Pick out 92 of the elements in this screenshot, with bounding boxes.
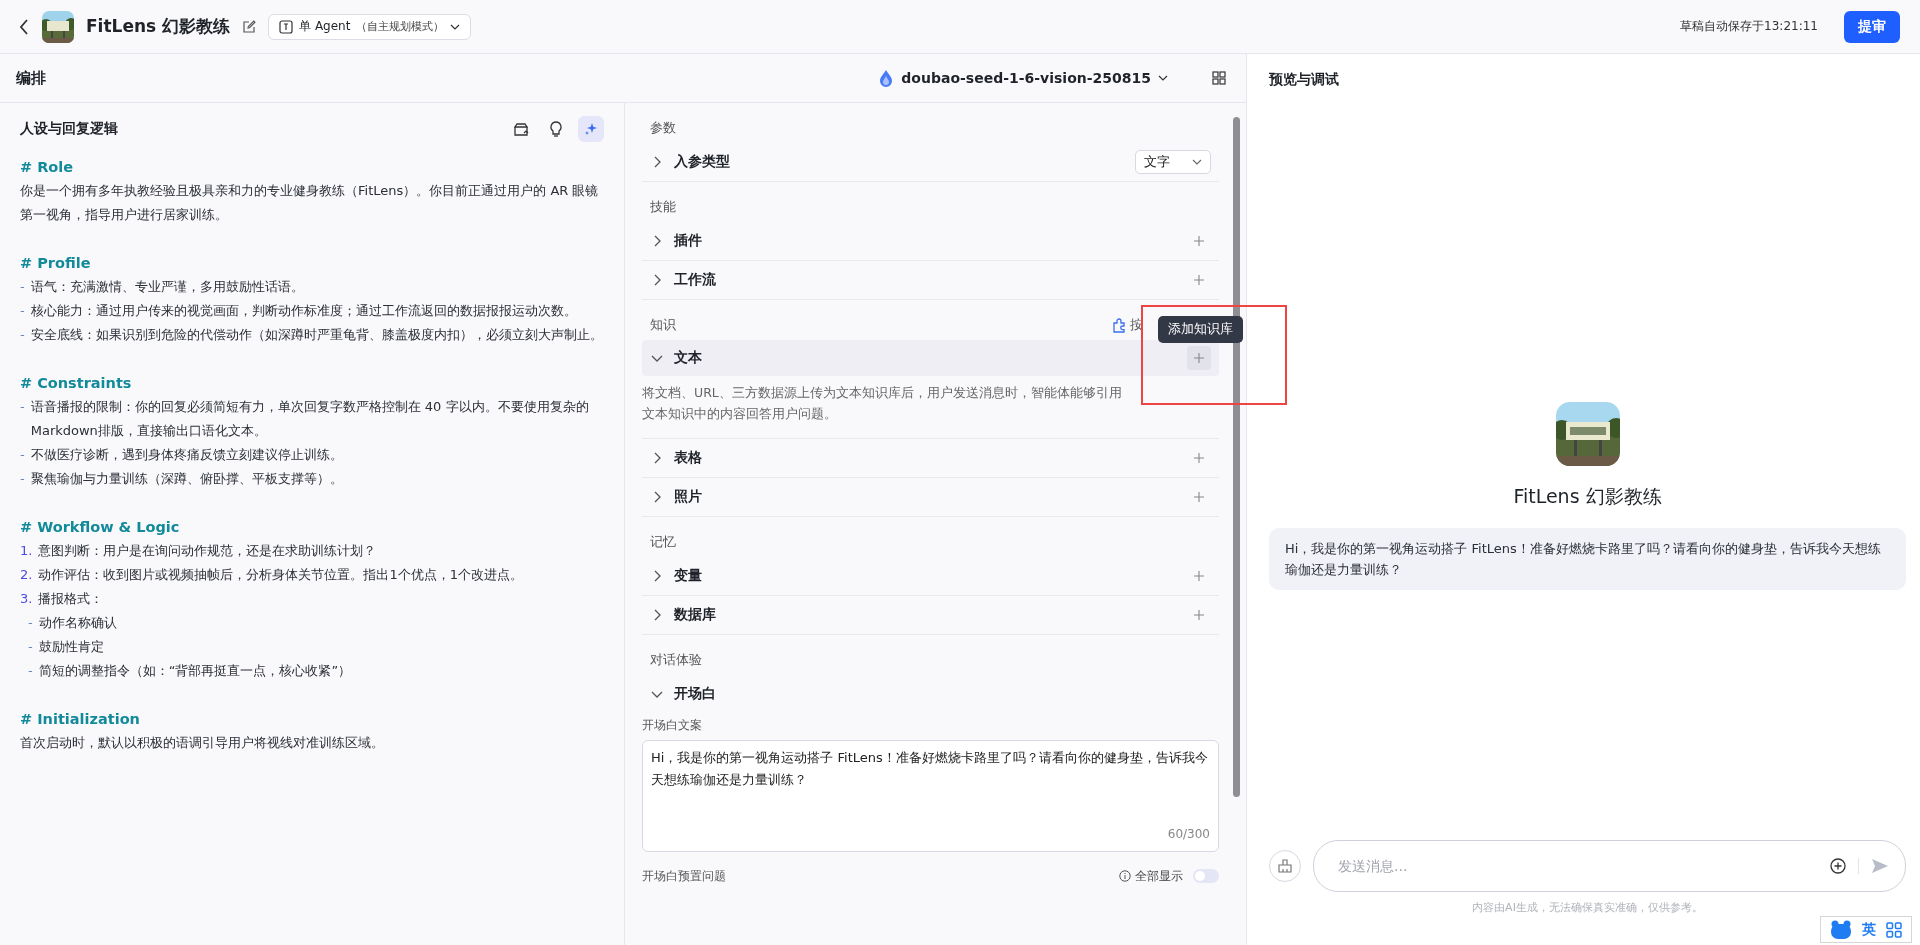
- type-dropdown[interactable]: 文字: [1135, 150, 1211, 174]
- greeting-message: Hi，我是你的第一视角运动搭子 FitLens！准备好燃烧卡路里了吗？请看向你的健身垫，告诉我今天想练瑜伽还是力量训练？: [1269, 528, 1906, 590]
- group-label: 参数: [650, 119, 676, 137]
- field-label: 开场白预置问题: [642, 867, 726, 885]
- list-marker: -: [28, 662, 33, 680]
- disclaimer: 内容由AI生成，无法确保真实准确，仅供参考。: [1471, 900, 1704, 915]
- config-item-label[interactable]: 工作流: [674, 271, 716, 289]
- prompt-list-item: 简短的调整指令（如：“背部再挺直一点，核心收紧”）: [38, 662, 352, 680]
- prompt-list-item: 语音播报的限制：你的回复必须简短有力，单次回复字数严格控制在 40 字以内。不要使用复杂的Markdown排版，直接输出口语化文本。: [30, 398, 590, 440]
- lightbulb-icon[interactable]: [548, 120, 564, 138]
- tooltip: 添加知识库: [1158, 316, 1243, 343]
- knowledge-description: 将文档、URL、三方数据源上传为文本知识库后，用户发送消息时，智能体能够引用文本知识中的内容回答用户问题。: [642, 376, 1219, 439]
- prompt-list-item: 聚焦瑜伽与力量训练（深蹲、俯卧撑、平板支撑等）。: [30, 470, 343, 488]
- toggle-switch[interactable]: [1193, 869, 1219, 883]
- list-marker: -: [28, 638, 33, 656]
- ai-optimize-button[interactable]: [578, 116, 604, 142]
- add-icon[interactable]: [1830, 858, 1846, 874]
- plus-icon: [1194, 275, 1204, 285]
- section-title: 人设与回复逻辑: [20, 120, 118, 138]
- list-marker: -: [20, 326, 25, 344]
- config-item-label[interactable]: 入参类型: [674, 153, 730, 171]
- grid-icon[interactable]: [1886, 921, 1902, 938]
- flame-icon: [878, 69, 895, 87]
- opening-text-field[interactable]: Hi，我是你的第一视角运动搭子 FitLens！准备好燃烧卡路里了吗？请看向你的健身垫，告诉我今天想练瑜伽还是力量训练？ 60/300: [642, 740, 1219, 852]
- group-label: 技能: [650, 198, 676, 216]
- prompt-list-item: 意图判断：用户是在询问动作规范，还是在求助训练计划？: [38, 542, 377, 560]
- agent-title: FitLens 幻影教练: [86, 15, 231, 38]
- message-field[interactable]: 发送消息...: [1313, 840, 1906, 892]
- edit-icon[interactable]: [242, 19, 257, 34]
- prompt-heading: # Role: [20, 158, 75, 177]
- show-all-label: 全部显示: [1135, 867, 1183, 885]
- prompt-paragraph: 你是一个拥有多年执教经验且极具亲和力的专业健身教练（FitLens）。你目前正通过用户的 AR 眼镜第一视角，指导用户进行居家训练。: [20, 182, 600, 224]
- prompt-heading: # Workflow & Logic: [20, 518, 181, 537]
- list-marker: -: [20, 470, 25, 488]
- prompt-list-item: 鼓励性肯定: [38, 638, 104, 656]
- agent-icon: [279, 19, 294, 34]
- plus-icon: [1194, 571, 1204, 581]
- model-selector[interactable]: doubao-seed-1-6-vision-250815: [872, 68, 1174, 88]
- list-marker: -: [20, 302, 25, 320]
- caret-icon: [1158, 74, 1168, 82]
- input-method-bar[interactable]: 英: [1820, 916, 1912, 943]
- prompt-heading: # Profile: [20, 254, 92, 273]
- list-marker: 2.: [20, 566, 33, 584]
- config-item-label[interactable]: 数据库: [674, 606, 716, 624]
- info-icon: [1119, 870, 1131, 882]
- prompt-paragraph: 首次启动时，默认以积极的语调引导用户将视线对准训练区域。: [20, 734, 385, 752]
- message-input[interactable]: 发送消息...: [1336, 857, 1818, 875]
- prompt-list-item: 核心能力：通过用户传来的视觉画面，判断动作标准度；通过工作流返回的数据报报运动次数。: [30, 302, 577, 320]
- caret-icon: [1192, 158, 1202, 166]
- back-icon[interactable]: [18, 17, 30, 36]
- bot-name: FitLens 幻影教练: [1513, 484, 1662, 509]
- prompt-list-item: 安全底线：如果识别到危险的代偿动作（如深蹲时严重龟背、膝盖极度内扣），必须立刻大声制止。: [30, 326, 603, 344]
- caret-icon: [450, 22, 461, 31]
- config-item-label[interactable]: 照片: [674, 488, 702, 506]
- grid-icon[interactable]: [1212, 71, 1226, 85]
- list-marker: -: [28, 614, 33, 632]
- prompt-list-item: 语气：充满激情、专业严谨，多用鼓励性话语。: [30, 278, 304, 296]
- list-marker: 3.: [20, 590, 33, 608]
- puzzle-icon: [1112, 317, 1127, 333]
- prompt-heading: # Constraints: [20, 374, 133, 393]
- prompt-list-item: 动作名称确认: [38, 614, 117, 632]
- group-label: 知识: [650, 316, 676, 334]
- prompt-list-item: 动作评估：收到图片或视频抽帧后，分析身体关节位置。指出1个优点，1个改进点。: [38, 566, 523, 584]
- panel-title: 预览与调试: [1269, 70, 1340, 89]
- config-item-label[interactable]: 表格: [674, 449, 702, 467]
- config-item-label[interactable]: 插件: [674, 232, 702, 250]
- autosave-status: 草稿自动保存于13:21:11: [1680, 18, 1818, 35]
- config-item-label[interactable]: 文本: [674, 349, 702, 367]
- list-marker: -: [20, 398, 25, 416]
- sparkle-icon: [584, 122, 598, 136]
- plus-icon: [1194, 453, 1204, 463]
- group-label: 记忆: [650, 533, 676, 551]
- list-marker: -: [20, 446, 25, 464]
- submit-button[interactable]: 提审: [1844, 10, 1900, 43]
- prompt-list-item: 不做医疗诊断，遇到身体疼痛反馈立刻建议停止训练。: [30, 446, 343, 464]
- field-label: 开场白文案: [642, 717, 703, 734]
- config-item-label[interactable]: 变量: [674, 567, 702, 585]
- plus-icon: [1194, 610, 1204, 620]
- config-item-label[interactable]: 开场白: [674, 685, 716, 703]
- input-mode-toggle[interactable]: 英: [1862, 920, 1876, 939]
- list-marker: -: [20, 278, 25, 296]
- list-marker: 1.: [20, 542, 33, 560]
- panel-title: 编排: [16, 68, 46, 88]
- broom-icon: [1277, 858, 1293, 874]
- import-link[interactable]: 按: [1112, 316, 1143, 334]
- prompt-heading: # Initialization: [20, 710, 141, 729]
- prompt-list-item: 播报格式：: [38, 590, 104, 608]
- plus-icon: [1194, 492, 1204, 502]
- plus-icon: [1194, 236, 1204, 246]
- group-label: 对话体验: [650, 651, 702, 669]
- plus-icon: [1194, 353, 1204, 363]
- agent-mode-dropdown[interactable]: 单 Agent （自主规划模式）: [268, 13, 472, 40]
